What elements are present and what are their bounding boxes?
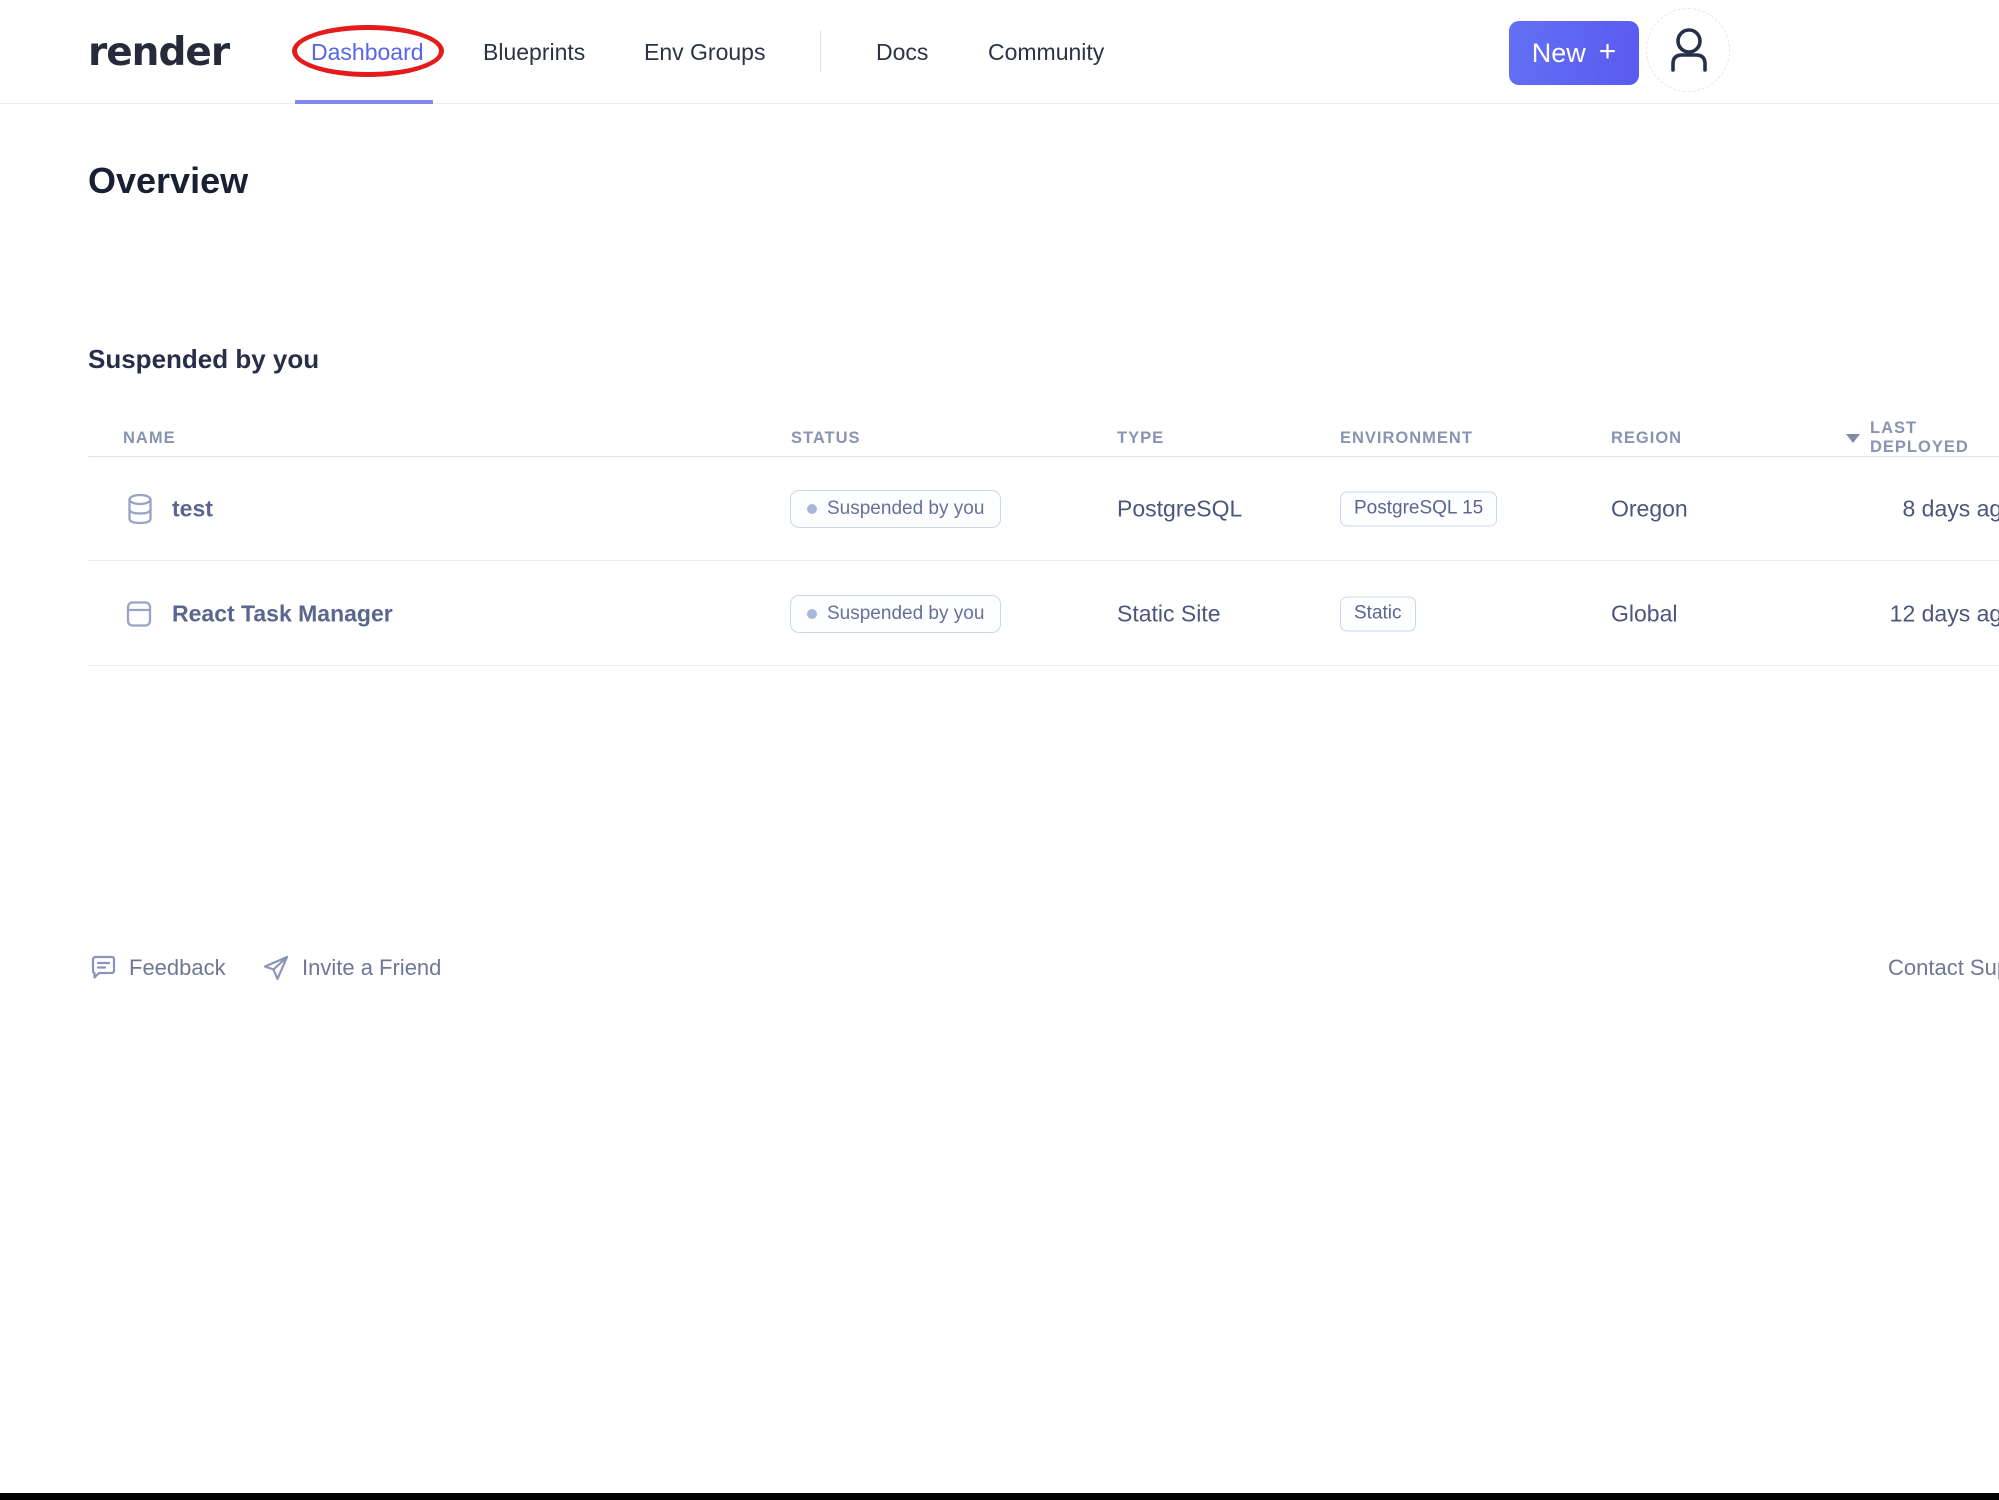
static-site-icon	[126, 599, 152, 629]
status-badge-label: Suspended by you	[827, 497, 985, 519]
active-tab-underline	[295, 100, 433, 104]
type-cell: PostgreSQL	[1117, 495, 1243, 521]
column-header-last-deploy[interactable]: LAST DEPLOYED	[1846, 419, 1999, 456]
region-cell: Global	[1611, 600, 1678, 626]
status-badge: Suspended by you	[790, 489, 1002, 528]
new-button[interactable]: New +	[1509, 21, 1639, 85]
nav-item-community[interactable]: Community	[988, 0, 1104, 104]
last-deploy-cell: 8 days ago	[1902, 495, 1999, 521]
feedback-link[interactable]: Feedback	[90, 946, 226, 990]
status-dot-icon	[807, 608, 817, 619]
contact-support-link[interactable]: Contact Support	[1888, 946, 1999, 990]
status-badge-label: Suspended by you	[827, 602, 985, 624]
column-header-type[interactable]: TYPE	[1117, 420, 1164, 456]
person-icon	[1671, 28, 1707, 72]
row-divider	[88, 665, 1999, 666]
environment-cell: Static	[1340, 596, 1416, 631]
table-row-react-task-manager[interactable]: React Task Manager Suspended by you Stat…	[0, 561, 1999, 666]
column-header-name[interactable]: NAME	[123, 420, 176, 456]
region-cell: Oregon	[1611, 495, 1688, 521]
last-deploy-cell: 12 days ago	[1889, 600, 1999, 626]
nav-item-env-groups[interactable]: Env Groups	[644, 0, 765, 104]
invite-a-friend-link[interactable]: Invite a Friend	[262, 946, 441, 990]
feedback-bubble-icon	[91, 955, 116, 979]
column-header-last-deploy-label: LAST DEPLOYED	[1870, 419, 1969, 456]
database-icon	[126, 493, 154, 525]
status-cell: Suspended by you	[790, 489, 1002, 528]
nav-item-dashboard[interactable]: Dashboard	[311, 0, 424, 104]
status-dot-icon	[807, 503, 817, 514]
render-logo[interactable]: render	[88, 0, 230, 104]
bottom-black-bar	[0, 1493, 1999, 1500]
column-header-environment[interactable]: ENVIRONMENT	[1340, 420, 1473, 456]
page-title: Overview	[88, 160, 249, 201]
nav-divider	[820, 30, 821, 72]
column-header-status[interactable]: STATUS	[791, 420, 861, 456]
service-name-link[interactable]: test	[172, 495, 213, 522]
nav-item-docs[interactable]: Docs	[876, 0, 928, 104]
section-title: Suspended by you	[88, 344, 320, 374]
contact-support-label: Contact Support	[1888, 955, 1999, 980]
nav-item-blueprints[interactable]: Blueprints	[483, 0, 585, 104]
render-dashboard-page: render Dashboard Blueprints Env Groups D…	[0, 0, 1999, 1500]
environment-badge[interactable]: PostgreSQL 15	[1340, 491, 1498, 526]
environment-cell: PostgreSQL 15	[1340, 491, 1498, 526]
paper-plane-icon	[263, 955, 289, 981]
table-row-test[interactable]: test Suspended by you PostgreSQL Postgre…	[0, 456, 1999, 561]
status-badge: Suspended by you	[790, 594, 1002, 633]
environment-badge[interactable]: Static	[1340, 596, 1416, 631]
new-button-label: New	[1531, 37, 1586, 68]
type-cell: Static Site	[1117, 600, 1221, 626]
sort-desc-icon	[1846, 433, 1860, 443]
column-header-region[interactable]: REGION	[1611, 420, 1682, 456]
service-name-link[interactable]: React Task Manager	[172, 600, 393, 627]
status-cell: Suspended by you	[790, 594, 1002, 633]
top-nav: render Dashboard Blueprints Env Groups D…	[0, 0, 1999, 104]
account-avatar-button[interactable]	[1646, 8, 1730, 92]
table-header-row: NAME STATUS TYPE ENVIRONMENT REGION LAST…	[0, 419, 1999, 456]
invite-label: Invite a Friend	[302, 955, 442, 980]
plus-icon: +	[1598, 35, 1617, 68]
feedback-label: Feedback	[129, 955, 226, 980]
